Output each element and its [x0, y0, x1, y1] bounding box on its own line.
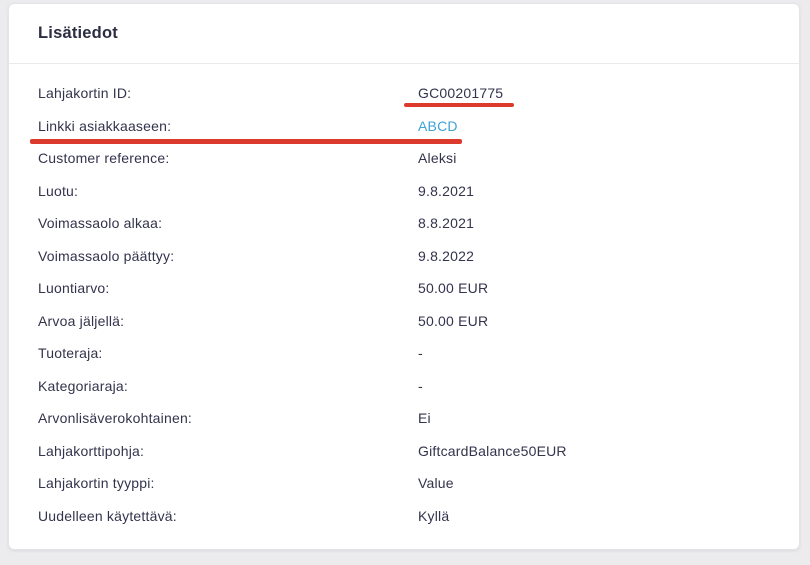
detail-value-category-limit: -	[418, 378, 423, 394]
detail-row-created: Luotu: 9.8.2021	[9, 175, 799, 208]
detail-value-value-remaining: 50.00 EUR	[418, 313, 488, 329]
detail-value-valid-until: 9.8.2022	[418, 248, 474, 264]
detail-row-giftcard-type: Lahjakortin tyyppi: Value	[9, 467, 799, 500]
detail-value-giftcard-id: GC00201775	[418, 85, 503, 101]
detail-value-giftcard-type: Value	[418, 475, 454, 491]
details-card: Lisätiedot Lahjakortin ID: GC00201775 Li…	[8, 3, 800, 550]
detail-value-reusable: Kyllä	[418, 508, 449, 524]
detail-value-customer-reference: Aleksi	[418, 150, 457, 166]
detail-value-giftcard-template: GiftcardBalance50EUR	[418, 443, 567, 459]
detail-label: Kategoriaraja:	[38, 378, 418, 394]
detail-row-category-limit: Kategoriaraja: -	[9, 370, 799, 403]
detail-row-reusable: Uudelleen käytettävä: Kyllä	[9, 500, 799, 533]
detail-label: Lahjakortin tyyppi:	[38, 475, 418, 491]
detail-label: Customer reference:	[38, 150, 418, 166]
detail-row-customer-reference: Customer reference: Aleksi	[9, 142, 799, 175]
detail-label: Lahjakortin ID:	[38, 85, 418, 101]
detail-label: Luotu:	[38, 183, 418, 199]
detail-label: Voimassaolo päättyy:	[38, 248, 418, 264]
detail-value-vat-specific: Ei	[418, 410, 431, 426]
detail-label: Arvonlisäverokohtainen:	[38, 410, 418, 426]
detail-label: Arvoa jäljellä:	[38, 313, 418, 329]
detail-row-creation-value: Luontiarvo: 50.00 EUR	[9, 272, 799, 305]
details-list: Lahjakortin ID: GC00201775 Linkki asiakk…	[9, 64, 799, 532]
detail-value-creation-value: 50.00 EUR	[418, 280, 488, 296]
detail-label: Tuoteraja:	[38, 345, 418, 361]
detail-label: Voimassaolo alkaa:	[38, 215, 418, 231]
detail-value-created: 9.8.2021	[418, 183, 474, 199]
detail-row-valid-from: Voimassaolo alkaa: 8.8.2021	[9, 207, 799, 240]
detail-row-giftcard-template: Lahjakorttipohja: GiftcardBalance50EUR	[9, 435, 799, 468]
card-header: Lisätiedot	[9, 4, 799, 64]
detail-label: Luontiarvo:	[38, 280, 418, 296]
detail-row-product-limit: Tuoteraja: -	[9, 337, 799, 370]
detail-value-valid-from: 8.8.2021	[418, 215, 474, 231]
detail-row-valid-until: Voimassaolo päättyy: 9.8.2022	[9, 240, 799, 273]
detail-row-vat-specific: Arvonlisäverokohtainen: Ei	[9, 402, 799, 435]
page-title: Lisätiedot	[38, 24, 118, 43]
detail-row-value-remaining: Arvoa jäljellä: 50.00 EUR	[9, 305, 799, 338]
detail-row-giftcard-id: Lahjakortin ID: GC00201775	[9, 77, 799, 110]
detail-label: Linkki asiakkaaseen:	[38, 118, 418, 134]
detail-label: Lahjakorttipohja:	[38, 443, 418, 459]
customer-link[interactable]: ABCD	[418, 118, 458, 134]
detail-label: Uudelleen käytettävä:	[38, 508, 418, 524]
detail-row-customer-link: Linkki asiakkaaseen: ABCD	[9, 110, 799, 143]
detail-value-product-limit: -	[418, 345, 423, 361]
